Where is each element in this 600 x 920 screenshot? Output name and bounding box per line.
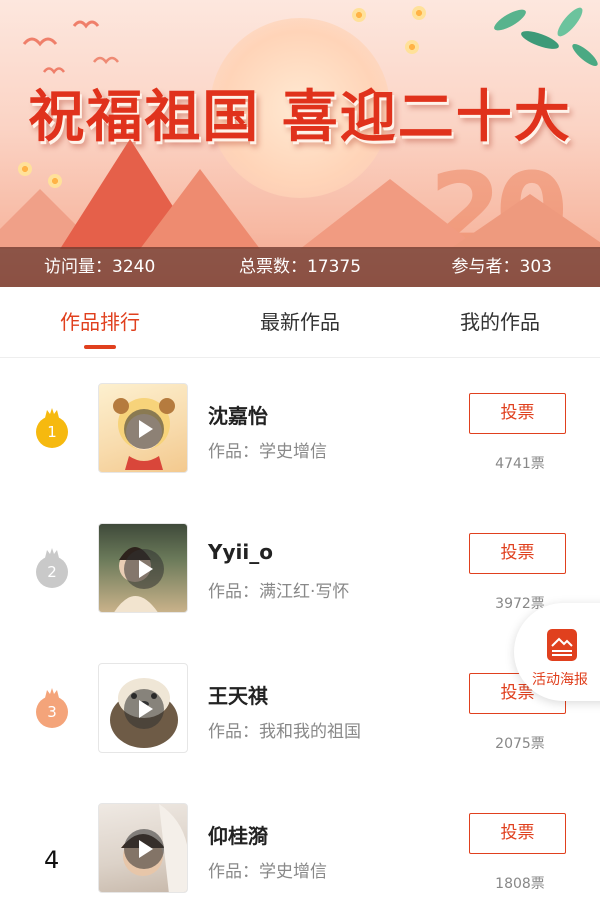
entry-work-title: 作品：我和我的祖国 — [208, 722, 361, 742]
medal-icon: 3 — [36, 696, 68, 728]
vote-button[interactable]: 投票 — [469, 813, 566, 854]
mountain-decoration — [450, 194, 600, 249]
flower-decoration — [405, 40, 419, 54]
flower-decoration — [412, 6, 426, 20]
entry-work-title: 作品：满江红·写怀 — [208, 582, 350, 602]
poster-label: 活动海报 — [532, 672, 588, 688]
rank-medal-silver: 2 — [36, 548, 70, 590]
vote-count: 1808票 — [495, 876, 545, 892]
play-icon[interactable] — [124, 689, 164, 729]
play-icon[interactable] — [124, 409, 164, 449]
tab-latest[interactable]: 最新作品 — [200, 287, 400, 357]
poster-icon — [547, 629, 577, 661]
entry-thumbnail[interactable] — [98, 803, 188, 893]
participants-stat: 参与者：303 — [451, 257, 552, 277]
flower-decoration — [352, 8, 366, 22]
leaves-decoration — [494, 7, 598, 66]
vote-button[interactable]: 投票 — [469, 393, 566, 434]
list-item: 3 王天祺 作品：我和我的祖国 投票 2075票 — [0, 640, 600, 780]
entry-thumbnail[interactable] — [98, 383, 188, 473]
mountain-decoration — [140, 169, 260, 249]
tab-my-works[interactable]: 我的作品 — [400, 287, 600, 357]
list-item: 2 Yyii_o 作品：满江红·写怀 投票 3972票 — [0, 500, 600, 640]
entry-author-name: 仰桂漪 — [208, 824, 268, 848]
list-item: 1 沈嘉怡 作品：学史增信 投票 4741票 — [0, 360, 600, 500]
medal-icon: 1 — [36, 416, 68, 448]
entry-work-title: 作品：学史增信 — [208, 862, 327, 882]
entry-work-title: 作品：学史增信 — [208, 442, 327, 462]
stats-bar: 访问量：3240 总票数：17375 参与者：303 — [0, 247, 600, 287]
medal-icon: 2 — [36, 556, 68, 588]
vote-button[interactable]: 投票 — [469, 533, 566, 574]
list-item: 4 仰桂漪 作品：学史增信 投票 1808票 — [0, 780, 600, 920]
rank-number: 4 — [44, 846, 60, 874]
entry-author-name: Yyii_o — [208, 540, 273, 564]
flower-decoration — [18, 162, 32, 176]
vote-count: 4741票 — [495, 456, 545, 472]
banner: 祝福祖国 喜迎二十大 20 访问量：3240 总票数：17375 参与者：303 — [0, 0, 600, 287]
entry-author-name: 王天祺 — [208, 684, 268, 708]
rank-medal-bronze: 3 — [36, 688, 70, 730]
entry-thumbnail[interactable] — [98, 663, 188, 753]
tab-active-indicator — [84, 345, 116, 349]
play-icon[interactable] — [124, 829, 164, 869]
entry-thumbnail[interactable] — [98, 523, 188, 613]
play-icon[interactable] — [124, 549, 164, 589]
tab-bar: 作品排行 最新作品 我的作品 — [0, 287, 600, 358]
entry-author-name: 沈嘉怡 — [208, 404, 268, 428]
vote-count: 2075票 — [495, 736, 545, 752]
rank-medal-gold: 1 — [36, 408, 70, 450]
